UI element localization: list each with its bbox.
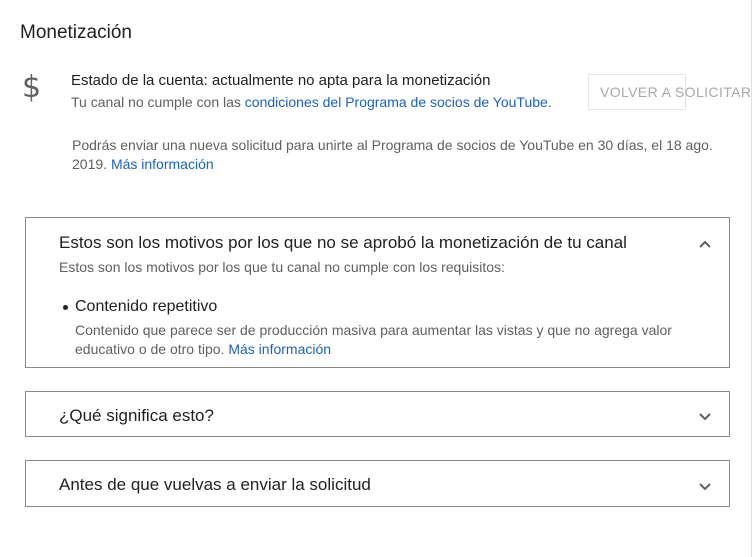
reason-description-text: Contenido que parece ser de producción m… [75, 322, 672, 357]
rejection-reasons-subtitle: Estos son los motivos por los que tu can… [59, 259, 505, 275]
content-right-border [751, 0, 752, 557]
page-title: Monetización [20, 22, 132, 43]
chevron-down-icon[interactable] [698, 480, 712, 494]
before-reapply-title[interactable]: Antes de que vuelvas a enviar la solicit… [59, 475, 371, 495]
before-reapply-panel[interactable]: Antes de que vuelvas a enviar la solicit… [25, 460, 730, 507]
rejection-reasons-title[interactable]: Estos son los motivos por los que no se … [59, 233, 627, 253]
chevron-up-icon[interactable] [698, 237, 712, 251]
requirement-suffix: . [547, 94, 552, 110]
reapply-info: Podrás enviar una nueva solicitud para u… [72, 136, 732, 174]
more-info-link[interactable]: Más información [111, 156, 214, 172]
reason-description: Contenido que parece ser de producción m… [75, 321, 715, 359]
dollar-icon: $ [22, 70, 42, 105]
requirement-notice: Tu canal no cumple con las condiciones d… [71, 94, 552, 110]
account-status: Estado de la cuenta: actualmente no apta… [71, 72, 491, 89]
ypp-conditions-link[interactable]: condiciones del Programa de socios de Yo… [245, 94, 548, 110]
reason-title: Contenido repetitivo [75, 298, 218, 315]
chevron-down-icon[interactable] [698, 410, 712, 424]
requirement-prefix: Tu canal no cumple con las [71, 94, 245, 110]
rejection-reasons-panel: Estos son los motivos por los que no se … [25, 217, 730, 368]
reason-more-info-link[interactable]: Más información [228, 341, 331, 357]
what-it-means-panel[interactable]: ¿Qué significa esto? [25, 391, 730, 437]
what-it-means-title[interactable]: ¿Qué significa esto? [59, 406, 214, 426]
bullet-icon [63, 305, 68, 310]
reapply-button[interactable]: VOLVER A SOLICITAR [588, 74, 751, 110]
